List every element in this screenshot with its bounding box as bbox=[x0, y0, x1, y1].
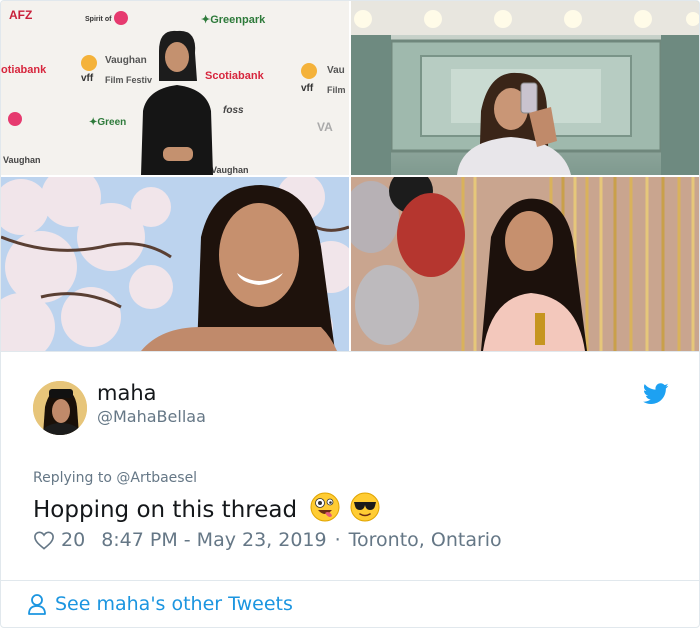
media-divider bbox=[1, 351, 699, 352]
svg-text:Vaughan: Vaughan bbox=[3, 155, 41, 165]
svg-text:✦Greenpark: ✦Greenpark bbox=[201, 14, 266, 26]
see-other-tweets-label[interactable]: See maha's other Tweets bbox=[55, 593, 293, 615]
like-count[interactable]: 20 bbox=[61, 529, 85, 551]
photo-cherry-blossom[interactable] bbox=[1, 177, 349, 351]
svg-text:Film: Film bbox=[327, 85, 346, 95]
svg-text:vff: vff bbox=[81, 73, 94, 84]
photo-red-carpet[interactable]: AFZ Spirit of ✦Greenpark otiabank vff Va… bbox=[1, 1, 349, 175]
reply-context[interactable]: Replying to @Artbaesel bbox=[33, 470, 197, 486]
avatar[interactable] bbox=[33, 381, 87, 435]
footer-divider bbox=[1, 580, 699, 581]
twitter-bird-icon[interactable] bbox=[643, 383, 669, 405]
svg-text:Vaughan: Vaughan bbox=[211, 165, 249, 175]
tweet-meta: 20 8:47 PM - May 23, 2019 · Toronto, Ont… bbox=[33, 529, 502, 551]
svg-text:Vau: Vau bbox=[327, 65, 345, 76]
person-icon bbox=[28, 594, 46, 615]
display-name[interactable]: maha bbox=[97, 381, 157, 405]
see-other-tweets-link[interactable]: See maha's other Tweets bbox=[27, 593, 293, 615]
tweet-text: Hopping on this thread bbox=[33, 492, 380, 523]
tweet-timestamp[interactable]: 8:47 PM - May 23, 2019 bbox=[101, 529, 326, 551]
svg-text:AFZ: AFZ bbox=[9, 8, 32, 22]
svg-text:foss: foss bbox=[223, 105, 244, 116]
svg-text:Scotiabank: Scotiabank bbox=[205, 70, 265, 82]
svg-text:otiabank: otiabank bbox=[1, 64, 47, 76]
zany-face-icon bbox=[310, 492, 340, 522]
svg-text:VA: VA bbox=[317, 120, 333, 134]
photo-locker-selfie[interactable] bbox=[351, 1, 699, 175]
svg-text:Film Festiv: Film Festiv bbox=[105, 75, 152, 85]
heart-icon[interactable] bbox=[33, 530, 55, 550]
svg-text:✦Green: ✦Green bbox=[89, 117, 126, 128]
tweet-card: AFZ Spirit of ✦Greenpark otiabank vff Va… bbox=[0, 0, 700, 628]
meta-separator: · bbox=[334, 529, 341, 551]
tweet-location[interactable]: Toronto, Ontario bbox=[349, 529, 502, 551]
sunglasses-face-icon bbox=[350, 492, 380, 522]
tweet-media-grid[interactable]: AFZ Spirit of ✦Greenpark otiabank vff Va… bbox=[1, 1, 699, 351]
tweet-text-content: Hopping on this thread bbox=[33, 497, 298, 523]
svg-text:Vaughan: Vaughan bbox=[105, 55, 147, 66]
photo-party-balloons[interactable] bbox=[351, 177, 699, 351]
svg-text:vff: vff bbox=[301, 83, 314, 94]
svg-text:Spirit of: Spirit of bbox=[85, 16, 112, 23]
user-handle[interactable]: @MahaBellaa bbox=[97, 407, 206, 426]
